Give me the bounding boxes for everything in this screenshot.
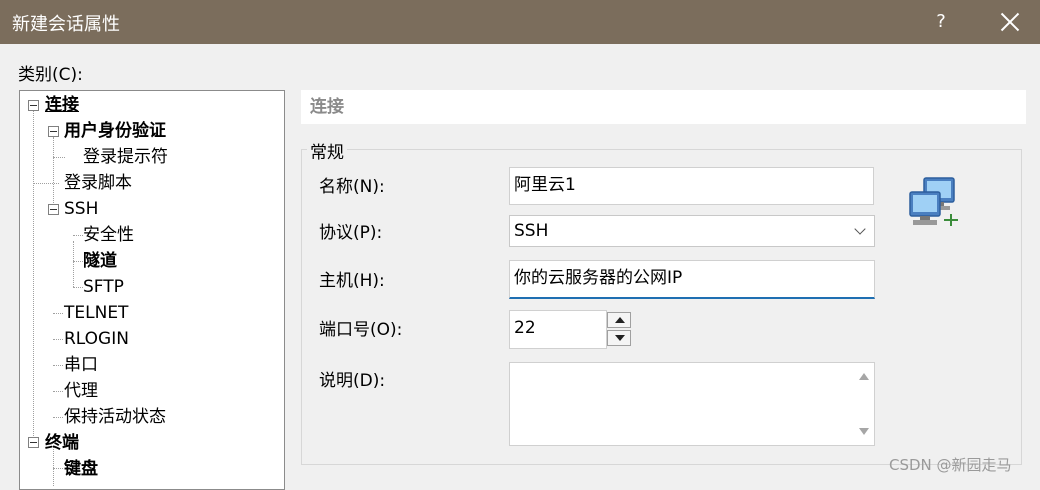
description-scrollbar[interactable] xyxy=(854,363,874,445)
tree-item-rlogin[interactable]: RLOGIN xyxy=(64,326,129,352)
description-label: 说明(D): xyxy=(319,371,386,391)
port-increment-button[interactable] xyxy=(607,312,631,328)
tree-item-security[interactable]: 安全性 xyxy=(83,222,134,248)
name-input[interactable]: 阿里云1 xyxy=(509,167,874,205)
category-label: 类别(C): xyxy=(18,65,83,85)
host-label: 主机(H): xyxy=(319,271,385,291)
arrow-down-icon xyxy=(615,335,625,341)
tree-item-telnet[interactable]: TELNET xyxy=(64,300,128,326)
tree-item-ssh[interactable]: SSH xyxy=(64,196,98,222)
expand-ssh-icon[interactable] xyxy=(48,204,59,215)
close-icon[interactable] xyxy=(995,6,1025,38)
tree-item-keepalive[interactable]: 保持活动状态 xyxy=(64,404,166,430)
port-label: 端口号(O): xyxy=(319,320,403,340)
scroll-down-icon[interactable] xyxy=(859,428,869,435)
arrow-up-icon xyxy=(615,317,625,323)
port-decrement-button[interactable] xyxy=(607,330,631,346)
tree-item-terminal[interactable]: 终端 xyxy=(45,430,79,456)
chevron-down-icon xyxy=(854,223,866,235)
window-title: 新建会话属性 xyxy=(12,14,120,35)
tree-item-keyboard[interactable]: 键盘 xyxy=(64,456,98,482)
tree-item-login-script[interactable]: 登录脚本 xyxy=(64,170,132,196)
expand-user-auth-icon[interactable] xyxy=(48,126,59,137)
title-bar: 新建会话属性 ? xyxy=(0,0,1040,44)
network-computers-icon xyxy=(909,177,958,226)
watermark: CSDN @新园走马 xyxy=(889,456,1012,474)
tree-item-serial[interactable]: 串口 xyxy=(64,352,98,378)
protocol-select[interactable]: SSH xyxy=(509,215,875,247)
help-button[interactable]: ? xyxy=(926,5,956,39)
tree-item-sftp[interactable]: SFTP xyxy=(83,274,124,300)
expand-terminal-icon[interactable] xyxy=(28,437,39,448)
tree-item-tunnel[interactable]: 隧道 xyxy=(83,248,117,274)
section-header: 连接 xyxy=(301,90,1026,124)
category-tree[interactable]: 连接 用户身份验证 登录提示符 登录脚本 SSH 安全性 隧道 SFTP TEL… xyxy=(19,90,285,490)
expand-connection-icon[interactable] xyxy=(28,100,39,111)
scroll-up-icon[interactable] xyxy=(859,373,869,380)
tree-item-login-prompt[interactable]: 登录提示符 xyxy=(83,144,168,170)
tree-item-proxy[interactable]: 代理 xyxy=(64,378,98,404)
host-input[interactable]: 你的云服务器的公网IP xyxy=(509,260,875,299)
tree-item-user-auth[interactable]: 用户身份验证 xyxy=(64,118,166,144)
protocol-selected-value: SSH xyxy=(514,221,549,241)
name-label: 名称(N): xyxy=(319,177,385,197)
port-input[interactable]: 22 xyxy=(509,310,607,349)
group-title: 常规 xyxy=(307,138,347,163)
tree-item-connection[interactable]: 连接 xyxy=(45,92,79,118)
protocol-label: 协议(P): xyxy=(319,223,383,243)
description-textarea[interactable] xyxy=(509,362,875,446)
